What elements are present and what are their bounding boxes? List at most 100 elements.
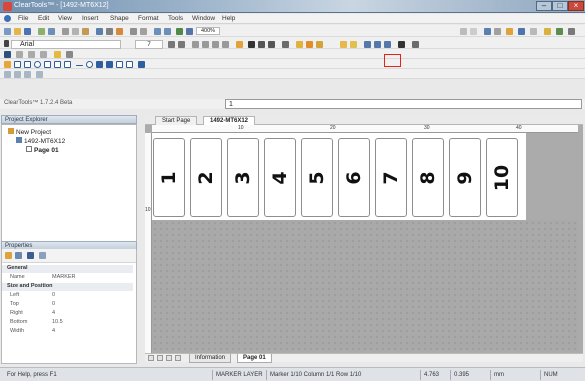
- font-name-select[interactable]: Arial: [11, 40, 121, 49]
- line-draw-icon[interactable]: [76, 65, 83, 66]
- maximize-button[interactable]: □: [552, 1, 568, 11]
- tool-f-icon[interactable]: [518, 28, 525, 35]
- border-c-icon[interactable]: [384, 41, 391, 48]
- tool-a-icon[interactable]: [460, 28, 467, 35]
- line-color-icon[interactable]: [306, 41, 313, 48]
- prev-sheet-button[interactable]: [157, 355, 163, 361]
- menu-format[interactable]: Format: [138, 15, 159, 22]
- font-size-select[interactable]: 7: [135, 40, 163, 49]
- layout-c-icon[interactable]: [24, 71, 31, 78]
- menu-view[interactable]: View: [58, 15, 72, 22]
- rectangle-icon[interactable]: [14, 61, 21, 68]
- property-value[interactable]: 4: [52, 328, 55, 334]
- sheet-tab-information[interactable]: Information: [189, 354, 232, 363]
- strike-icon[interactable]: [282, 41, 289, 48]
- property-section[interactable]: General: [2, 265, 133, 273]
- next-sheet-button[interactable]: [166, 355, 172, 361]
- property-row[interactable]: Name MARKER: [2, 274, 133, 282]
- save-icon[interactable]: [24, 28, 31, 35]
- print-icon[interactable]: [38, 28, 45, 35]
- minimize-button[interactable]: –: [536, 1, 552, 11]
- marker-label[interactable]: 4: [264, 138, 296, 217]
- box-icon[interactable]: [64, 61, 71, 68]
- property-row[interactable]: Width 4: [2, 328, 133, 336]
- grid-icon[interactable]: [130, 28, 137, 35]
- property-section[interactable]: Size and Position: [2, 283, 133, 291]
- property-row[interactable]: Top 0: [2, 301, 133, 309]
- tool-c-icon[interactable]: [484, 28, 491, 35]
- tool-e-icon[interactable]: [506, 28, 513, 35]
- delete-icon[interactable]: [106, 28, 113, 35]
- zoom-icon[interactable]: [186, 28, 193, 35]
- property-value[interactable]: 4: [52, 310, 55, 316]
- content-input[interactable]: 1: [225, 99, 582, 109]
- categorized-icon[interactable]: [5, 252, 12, 259]
- tool-d-icon[interactable]: [494, 28, 501, 35]
- underline-icon[interactable]: [268, 41, 275, 48]
- property-value[interactable]: 10.5: [52, 319, 63, 325]
- barcode-icon[interactable]: [106, 61, 113, 68]
- find-icon[interactable]: [176, 28, 183, 35]
- menu-edit[interactable]: Edit: [38, 15, 49, 22]
- sheet-tab-page01[interactable]: Page 01: [237, 354, 272, 363]
- last-sheet-button[interactable]: [175, 355, 181, 361]
- undo-icon[interactable]: [154, 28, 161, 35]
- new-icon[interactable]: [4, 28, 11, 35]
- italic-icon[interactable]: [258, 41, 265, 48]
- plus-icon[interactable]: [138, 61, 145, 68]
- circle-icon[interactable]: [86, 61, 93, 68]
- first-sheet-button[interactable]: [148, 355, 154, 361]
- menu-window[interactable]: Window: [192, 15, 215, 22]
- text-style-icon[interactable]: [398, 41, 405, 48]
- line-style-icon[interactable]: [412, 41, 419, 48]
- layout-b-icon[interactable]: [14, 71, 21, 78]
- dash-icon[interactable]: [40, 51, 47, 58]
- redo-icon[interactable]: [164, 28, 171, 35]
- text-color-icon[interactable]: [316, 41, 323, 48]
- cut-icon[interactable]: [62, 28, 69, 35]
- tool-i-icon[interactable]: [556, 28, 563, 35]
- snap-icon[interactable]: [140, 28, 147, 35]
- menu-shape[interactable]: Shape: [110, 15, 129, 22]
- image-icon[interactable]: [96, 61, 103, 68]
- property-row[interactable]: Bottom 10.5: [2, 319, 133, 327]
- fill-a-icon[interactable]: [340, 41, 347, 48]
- round-rect-icon[interactable]: [24, 61, 31, 68]
- property-value[interactable]: MARKER: [52, 274, 76, 280]
- layout-d-icon[interactable]: [36, 71, 43, 78]
- frame-icon[interactable]: [44, 61, 51, 68]
- align-icon[interactable]: [96, 28, 103, 35]
- pages-icon[interactable]: [39, 252, 46, 259]
- print-preview-icon[interactable]: [48, 28, 55, 35]
- line-icon[interactable]: [16, 51, 23, 58]
- shape-menu-icon[interactable]: [66, 51, 73, 58]
- marker-label[interactable]: 9: [449, 138, 481, 217]
- highlight-icon[interactable]: [236, 41, 243, 48]
- menu-insert[interactable]: Insert: [82, 15, 98, 22]
- marker-label[interactable]: 7: [375, 138, 407, 217]
- fill-b-icon[interactable]: [350, 41, 357, 48]
- property-row[interactable]: Left 0: [2, 292, 133, 300]
- ellipse-icon[interactable]: [34, 61, 41, 68]
- pointer-icon[interactable]: [4, 51, 11, 58]
- property-value[interactable]: 0: [52, 292, 55, 298]
- menu-tools[interactable]: Tools: [168, 15, 183, 22]
- justify-icon[interactable]: [222, 41, 229, 48]
- tool-h-icon[interactable]: [544, 28, 551, 35]
- tool-j-icon[interactable]: [568, 28, 575, 35]
- chart-icon[interactable]: [126, 61, 133, 68]
- marker-label[interactable]: 1: [153, 138, 185, 217]
- tree-item-project[interactable]: New Project: [8, 128, 51, 136]
- align-left-icon[interactable]: [192, 41, 199, 48]
- open-icon[interactable]: [14, 28, 21, 35]
- tab-document[interactable]: 1492-MT6X12: [203, 116, 256, 125]
- align-center-icon[interactable]: [202, 41, 209, 48]
- sort-icon[interactable]: [15, 252, 22, 259]
- shrink-font-icon[interactable]: [178, 41, 185, 48]
- wand-icon[interactable]: [116, 28, 123, 35]
- grow-font-icon[interactable]: [168, 41, 175, 48]
- tab-start-page[interactable]: Start Page: [155, 116, 198, 125]
- select-tool-icon[interactable]: [4, 61, 11, 68]
- marker-label[interactable]: 8: [412, 138, 444, 217]
- paste-icon[interactable]: [82, 28, 89, 35]
